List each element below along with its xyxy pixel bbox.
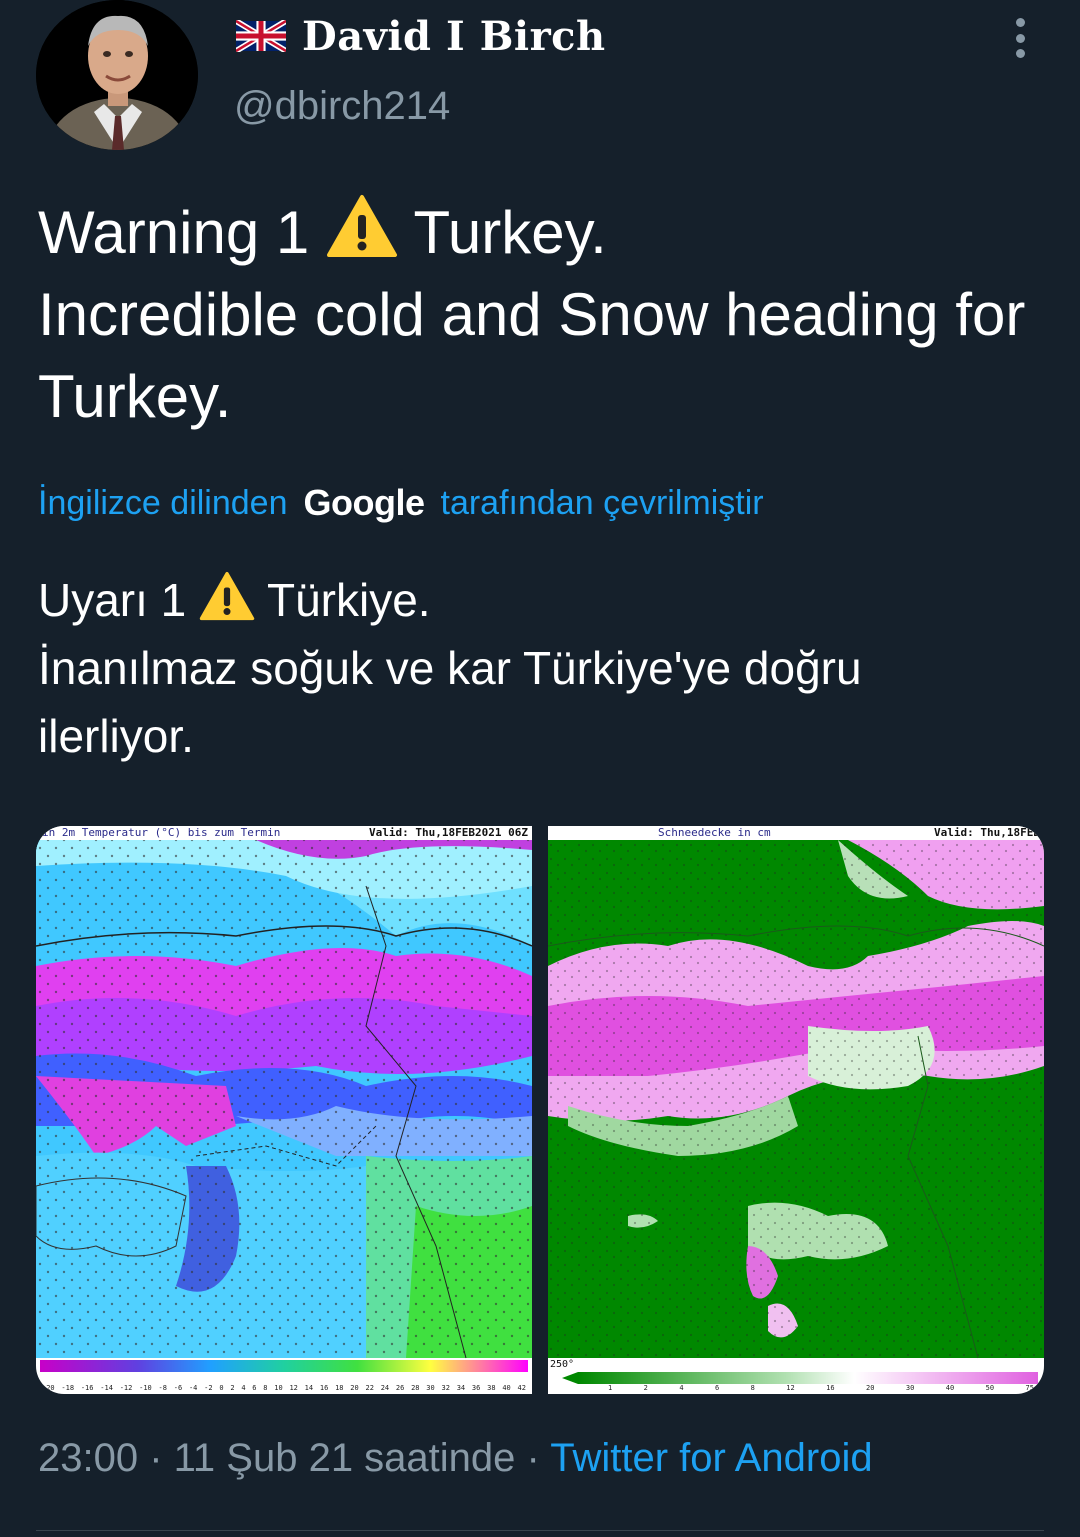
user-handle[interactable]: @dbirch214 — [234, 84, 450, 129]
temperature-scale-tick: 8 — [263, 1384, 268, 1392]
temperature-scale-tick: 2 — [230, 1384, 235, 1392]
temperature-scale-tick: -8 — [158, 1384, 167, 1392]
display-name: David I Birch — [302, 12, 606, 60]
translation-line1-end: Türkiye. — [255, 574, 431, 626]
temperature-scale-tick: 30 — [426, 1384, 435, 1392]
temperature-scale-tick: 20 — [350, 1384, 359, 1392]
temperature-scale-tick: -12 — [119, 1384, 133, 1392]
snow-cover-scale-tick: 8 — [750, 1384, 755, 1392]
temperature-scale: -20 -18 -16 -14 -12 -10 -8 -6 -4 -2 0 2 4 6 8 10 12 14 16 1… — [36, 1372, 532, 1394]
temperature-scale-tick: 32 — [441, 1384, 450, 1392]
translated-text: Uyarı 1 Türkiye. İnanılmaz soğuk ve kar … — [38, 566, 1038, 770]
snow-cover-map-valid: Valid: Thu,18FEB — [934, 826, 1040, 839]
snow-cover-scale-tick: 75 — [1025, 1384, 1034, 1392]
temperature-scale-tick: -10 — [139, 1384, 152, 1392]
temperature-scale-tick: 4 — [241, 1384, 246, 1392]
snow-cover-map-image[interactable]: Schneedecke in cm Valid: Thu,18FEB 250° … — [548, 826, 1044, 1394]
temperature-scale-tick: 22 — [365, 1384, 374, 1392]
snow-cover-scale-tick: 1 — [608, 1384, 613, 1392]
snow-cover-scale-tick: 2 — [643, 1384, 648, 1392]
temperature-scale-tick: 14 — [304, 1384, 314, 1392]
tweet-line1-end: Turkey. — [397, 199, 607, 266]
snow-cover-scale-tick: 40 — [945, 1384, 955, 1392]
snow-cover-scale-tick: 30 — [905, 1384, 915, 1392]
tweet-timestamp[interactable]: 23:00 · 11 Şub 21 saatinde · — [38, 1436, 550, 1480]
temperature-scale-tick: -20 — [42, 1384, 55, 1392]
snow-cover-scale-tick: 6 — [714, 1384, 720, 1392]
snow-cover-scale-tick: 50 — [985, 1384, 995, 1392]
translation-notice-before: İngilizce dilinden — [38, 483, 288, 522]
google-logo: Google — [303, 482, 426, 523]
tweet-text: Warning 1 Turkey. Incredible cold and Sn… — [38, 192, 1048, 438]
temperature-scale-tick: -6 — [173, 1384, 183, 1392]
tweet-screen: David I Birch @dbirch214 Warning 1 Turke… — [0, 0, 1080, 1537]
temperature-scale-tick: 36 — [471, 1384, 481, 1392]
temperature-scale-tick: 42 — [517, 1384, 526, 1392]
snow-cover-scale-ticks: 1 2 4 6 8 12 16 20 30 40 50 75 — [608, 1384, 1034, 1392]
temperature-scale-tick: 12 — [289, 1384, 298, 1392]
temperature-map-title: in 2m Temperatur (°C) bis zum Termin — [42, 826, 281, 839]
temperature-scale-tick: 6 — [252, 1384, 257, 1392]
more-dot-icon — [1015, 18, 1025, 27]
avatar[interactable] — [36, 0, 198, 150]
temperature-map-image[interactable]: in 2m Temperatur (°C) bis zum Termin Val… — [36, 826, 532, 1394]
tweet-line2: Incredible cold and Snow heading for Tur… — [38, 281, 1026, 430]
temperature-scale-tick: 0 — [219, 1384, 224, 1392]
tweet-meta: 23:00 · 11 Şub 21 saatinde · Twitter for… — [38, 1436, 873, 1481]
more-options-button[interactable] — [1000, 14, 1040, 62]
temperature-map-header: in 2m Temperatur (°C) bis zum Termin Val… — [36, 826, 532, 840]
temperature-scale-tick: 28 — [411, 1384, 420, 1392]
temperature-scale-tick: -14 — [100, 1384, 113, 1392]
snow-cover-scale: 1 2 4 6 8 12 16 20 30 40 50 75 — [548, 1380, 1044, 1394]
divider — [36, 1530, 1044, 1531]
tweet-line1-start: Warning 1 — [38, 199, 326, 266]
temperature-scale-tick: -2 — [204, 1384, 213, 1392]
media-grid: in 2m Temperatur (°C) bis zum Termin Val… — [36, 826, 1044, 1394]
temperature-scale-tick: 40 — [502, 1384, 511, 1392]
snow-cover-map-title: Schneedecke in cm — [658, 826, 771, 839]
warning-icon — [199, 571, 255, 621]
temperature-scale-tick: 24 — [380, 1384, 390, 1392]
uk-flag-icon — [236, 20, 286, 52]
temperature-scale-tick: 18 — [335, 1384, 344, 1392]
snow-cover-scale-tick: 4 — [679, 1384, 684, 1392]
snow-cover-map-graphic — [548, 840, 1044, 1384]
translation-notice-after: tarafından çevrilmiştir — [440, 483, 764, 522]
temperature-scale-tick: 38 — [487, 1384, 496, 1392]
snow-cover-scale-tick: 16 — [826, 1384, 835, 1392]
temperature-map-valid: Valid: Thu,18FEB2021 06Z — [369, 826, 528, 839]
snow-cover-scale-tick: 20 — [866, 1384, 875, 1392]
translation-line1-start: Uyarı 1 — [38, 574, 200, 626]
temperature-scale-tick: -16 — [80, 1384, 94, 1392]
author-name-row[interactable]: David I Birch — [236, 10, 606, 62]
temperature-scale-ticks: -20 -18 -16 -14 -12 -10 -8 -6 -4 -2 0 2 4 6 8 10 12 14 16 1… — [42, 1384, 526, 1392]
snow-cover-map-corner-label: 250° — [550, 1359, 575, 1370]
more-dot-icon — [1015, 49, 1025, 58]
temperature-scale-tick: 34 — [456, 1384, 466, 1392]
temperature-scale-tick: -4 — [188, 1384, 198, 1392]
snow-cover-map-header: Schneedecke in cm Valid: Thu,18FEB — [548, 826, 1044, 840]
avatar-image — [36, 0, 198, 150]
temperature-scale-tick: -18 — [61, 1384, 75, 1392]
snow-cover-scale-tick: 12 — [786, 1384, 795, 1392]
more-dot-icon — [1015, 33, 1025, 43]
temperature-scale-tick: 16 — [319, 1384, 329, 1392]
translation-rest: İnanılmaz soğuk ve kar Türkiye'ye doğru … — [38, 642, 862, 762]
warning-icon — [326, 195, 397, 257]
temperature-scale-tick: 10 — [274, 1384, 283, 1392]
translation-notice[interactable]: İngilizce dilinden Google tarafından çev… — [38, 482, 764, 524]
tweet-source-link[interactable]: Twitter for Android — [550, 1436, 872, 1480]
temperature-map-graphic — [36, 840, 532, 1372]
temperature-scale-tick: 26 — [395, 1384, 405, 1392]
